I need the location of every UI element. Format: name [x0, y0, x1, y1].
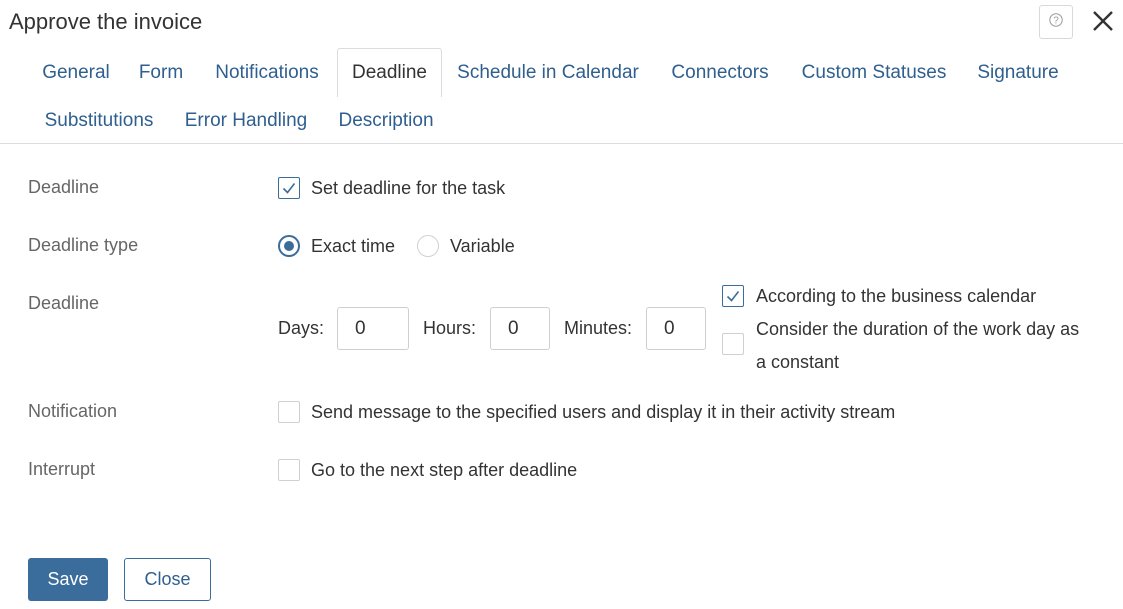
- tab-signature[interactable]: Signature: [962, 49, 1074, 97]
- days-label: Days:: [278, 318, 325, 338]
- checkmark-icon: [282, 183, 296, 194]
- days-input[interactable]: 0: [337, 307, 409, 350]
- constant-workday-checkbox[interactable]: [722, 333, 744, 355]
- tab-description[interactable]: Description: [322, 97, 450, 145]
- tab-substitutions[interactable]: Substitutions: [28, 97, 170, 145]
- exact-time-radio[interactable]: [278, 235, 300, 257]
- constant-workday-text-line1: Consider the duration of the work day as: [756, 319, 1080, 339]
- deadline-time-label: Deadline: [28, 293, 100, 313]
- tab-general[interactable]: General: [28, 49, 124, 97]
- help-button[interactable]: ?: [1039, 5, 1073, 39]
- business-calendar-checkbox[interactable]: [722, 285, 744, 307]
- send-message-text: Send message to the specified users and …: [311, 402, 896, 422]
- variable-text: Variable: [450, 236, 515, 256]
- set-deadline-checkbox[interactable]: [278, 177, 300, 199]
- close-button[interactable]: [1090, 8, 1116, 34]
- tab-deadline[interactable]: Deadline: [337, 48, 442, 97]
- question-icon: ?: [1049, 12, 1063, 33]
- interrupt-label: Interrupt: [28, 459, 96, 479]
- set-deadline-text: Set deadline for the task: [311, 178, 506, 198]
- tab-error-handling[interactable]: Error Handling: [170, 97, 322, 145]
- dialog-header: Approve the invoice ?: [0, 0, 1123, 44]
- deadline-type-label: Deadline type: [28, 235, 139, 255]
- hours-input[interactable]: 0: [490, 307, 550, 350]
- tab-schedule-in-calendar[interactable]: Schedule in Calendar: [442, 49, 654, 97]
- business-calendar-text: According to the business calendar: [756, 286, 1037, 306]
- minutes-input[interactable]: 0: [646, 307, 706, 350]
- exact-time-text: Exact time: [311, 236, 396, 256]
- constant-workday-text-line2: a constant: [756, 352, 840, 372]
- notification-label: Notification: [28, 401, 118, 421]
- close-dialog-button[interactable]: Close: [124, 558, 211, 601]
- tab-custom-statuses[interactable]: Custom Statuses: [786, 49, 962, 97]
- variable-radio[interactable]: [417, 235, 439, 257]
- checkmark-icon: [726, 291, 740, 302]
- save-button[interactable]: Save: [28, 558, 108, 601]
- minutes-label: Minutes:: [564, 318, 633, 338]
- send-message-checkbox[interactable]: [278, 401, 300, 423]
- hours-label: Hours:: [423, 318, 477, 338]
- tab-connectors[interactable]: Connectors: [654, 49, 786, 97]
- deadline-label: Deadline: [28, 177, 100, 197]
- tab-form[interactable]: Form: [124, 49, 198, 97]
- svg-text:?: ?: [1053, 15, 1059, 26]
- next-step-text: Go to the next step after deadline: [311, 460, 578, 480]
- tab-bar: General Form Notifications Deadline Sche…: [0, 44, 1123, 144]
- tab-notifications[interactable]: Notifications: [198, 49, 336, 97]
- close-icon: [1090, 11, 1116, 38]
- dialog-title: Approve the invoice: [9, 9, 203, 34]
- next-step-checkbox[interactable]: [278, 459, 300, 481]
